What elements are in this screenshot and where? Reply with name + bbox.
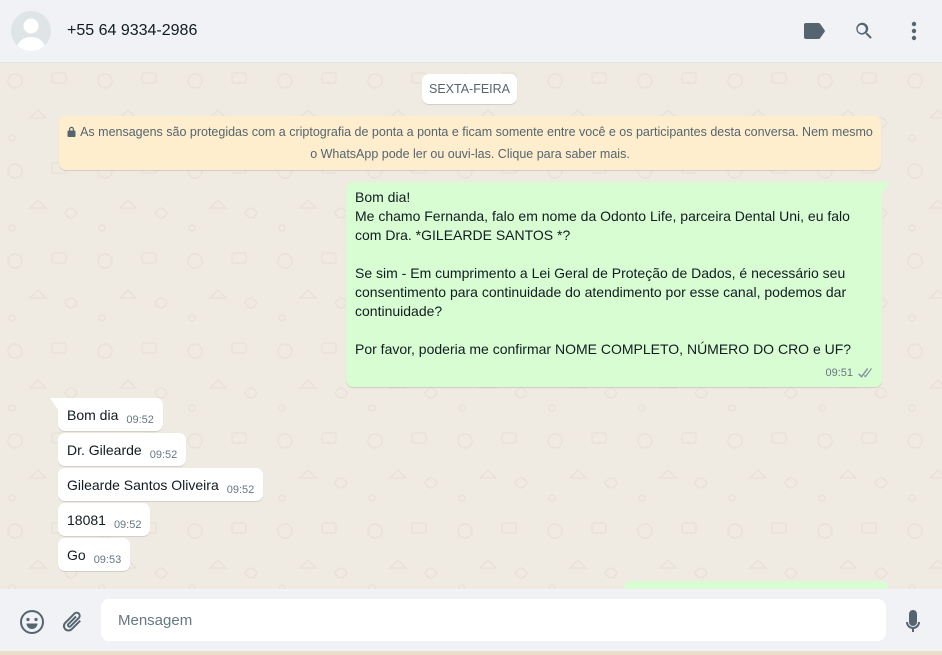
chat-area[interactable]: SEXTA-FEIRA As mensagens são protegidas … — [0, 63, 942, 589]
emoji-icon[interactable] — [18, 608, 46, 636]
contact-name[interactable]: +55 64 9334-2986 — [67, 22, 197, 40]
double-check-icon — [857, 368, 873, 379]
outgoing-message-partial — [624, 581, 888, 589]
encryption-notice[interactable]: As mensagens são protegidas com a cripto… — [59, 116, 881, 170]
label-icon[interactable] — [802, 19, 826, 43]
message-text: Bom dia — [67, 406, 119, 423]
message-line: Bom dia! — [355, 189, 411, 205]
lock-icon — [67, 123, 76, 144]
bubble-tail — [50, 398, 58, 410]
contact-avatar[interactable] — [11, 11, 51, 51]
message-meta: 09:51 — [825, 364, 873, 383]
message-time: 09:52 — [149, 448, 178, 461]
encryption-notice-text: As mensagens são protegidas com a cripto… — [80, 125, 873, 161]
message-line — [355, 245, 873, 264]
message-line: Se sim - Em cumprimento a Lei Geral de P… — [355, 265, 850, 319]
message-text: 18081 — [67, 511, 106, 528]
message-line: Por favor, poderia me confirmar NOME COM… — [355, 341, 852, 357]
message-input[interactable] — [101, 599, 886, 641]
outgoing-message[interactable]: Bom dia! Me chamo Fernanda, falo em nome… — [346, 182, 890, 387]
incoming-message[interactable]: Dr. Gilearde 09:52 — [58, 433, 187, 466]
message-text: Gilearde Santos Oliveira — [67, 476, 219, 493]
message-time: 09:52 — [226, 483, 255, 496]
message-line: Me chamo Fernanda, falo em nome da Odont… — [355, 208, 854, 243]
message-line — [355, 321, 873, 340]
incoming-message[interactable]: Bom dia 09:52 — [50, 398, 163, 431]
mic-icon[interactable] — [899, 608, 927, 636]
window-edge — [0, 651, 942, 655]
message-time: 09:51 — [825, 367, 853, 379]
message-time: 09:52 — [113, 518, 142, 531]
menu-icon[interactable] — [902, 19, 926, 43]
message-time: 09:53 — [93, 553, 122, 566]
date-separator: SEXTA-FEIRA — [422, 74, 517, 104]
message-text: Dr. Gilearde — [67, 441, 142, 458]
incoming-message[interactable]: 18081 09:52 — [58, 503, 151, 536]
incoming-message[interactable]: Gilearde Santos Oliveira 09:52 — [58, 468, 264, 501]
search-icon[interactable] — [852, 19, 876, 43]
message-time: 09:52 — [126, 413, 154, 426]
bubble-tail — [882, 182, 890, 194]
message-text: Go — [67, 546, 86, 563]
chat-header: +55 64 9334-2986 — [0, 0, 942, 63]
compose-bar — [0, 589, 942, 655]
attach-icon[interactable] — [59, 608, 87, 636]
incoming-message[interactable]: Go 09:53 — [58, 538, 131, 571]
